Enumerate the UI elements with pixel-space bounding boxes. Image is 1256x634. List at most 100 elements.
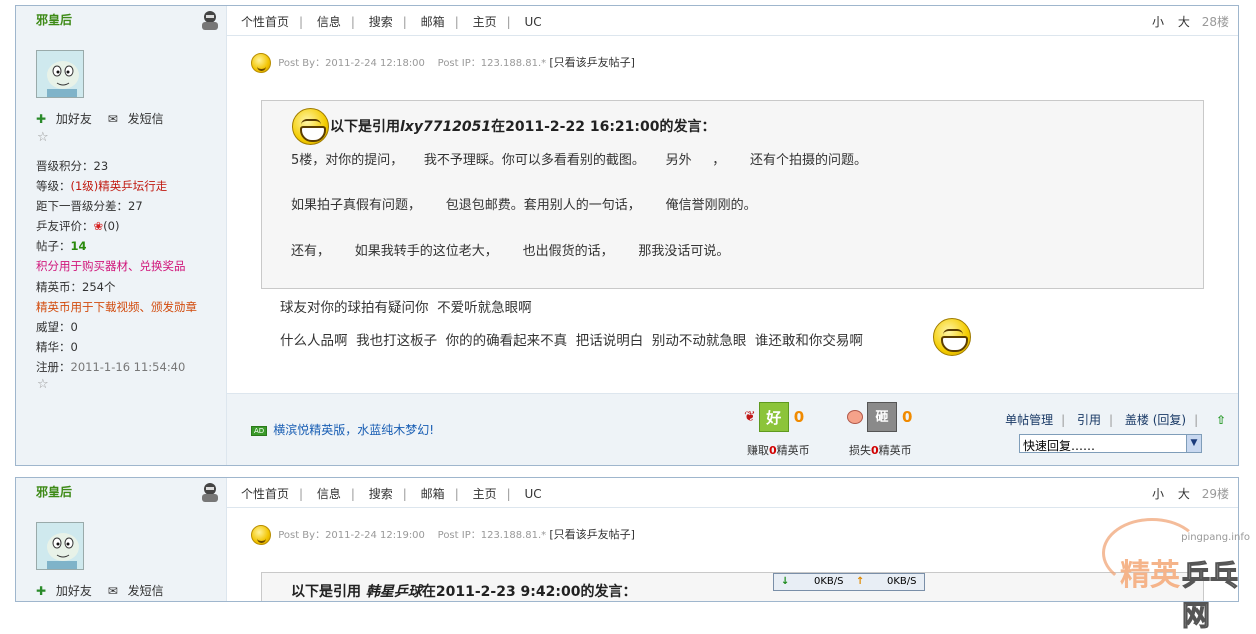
good-caption: 赚取0精英币 [747, 444, 810, 457]
stat-rating: 乒友评价：❀(0) [36, 216, 197, 236]
username[interactable]: 邪皇后 [36, 11, 72, 28]
points-usage-link[interactable]: 积分用于购买器材、兑换奖品 [36, 256, 197, 276]
post-time: Post By：2011-2-24 12:19:00 [278, 530, 425, 541]
stat-coins: 精英币：254个 [36, 279, 116, 294]
stat-posts: 帖子：14 [36, 239, 87, 254]
star-icon: ☆ [37, 130, 49, 145]
floor-number: 29楼 [1201, 487, 1229, 501]
post-footer: AD 横滨悦精英版，水蓝纯木梦幻! ❦ 好 0 赚取0精英币 砸0 损失0精英币 单帖… [227, 393, 1238, 465]
post-main: 个性首页 | 信息 | 搜索 | 邮箱 | 主页 | UC 小 大 29楼 Post By… [227, 478, 1238, 601]
laughing-face-icon [292, 108, 329, 145]
star-icon: ☆ [37, 377, 49, 392]
nav-mailbox[interactable]: 邮箱 [421, 487, 445, 501]
watermark-left: 精英 [1120, 558, 1180, 593]
quote-line: 还有， 如果我转手的这位老大， 也出假货的话， 那我没话可说。 [291, 244, 730, 259]
chevron-down-icon[interactable]: ▼ [1186, 435, 1201, 452]
font-big-button[interactable]: 大 [1178, 15, 1190, 29]
post-meta: Post By：2011-2-24 12:18:00 Post IP：123.1… [251, 53, 635, 73]
send-message-link[interactable]: ✉ 发短信 [108, 112, 170, 126]
plus-icon: ✚ [36, 584, 47, 598]
pig-icon [847, 410, 863, 424]
smash-icon: 砸 [867, 402, 897, 432]
bad-count: 0 [902, 408, 913, 426]
stat-grade: 等级：(1级)精英乒坛行走 [36, 179, 168, 194]
post-text-line: 球友对你的球拍有疑问你 不爱听就急眼啊 [280, 300, 532, 316]
upload-speed: 0KB/S [887, 576, 917, 587]
font-small-button[interactable]: 小 [1152, 487, 1164, 501]
site-watermark: pingpang.info 精英 乒乓网 [1094, 516, 1256, 633]
plus-icon: ✚ [36, 112, 47, 126]
reply-link[interactable]: 盖楼 (回复) [1125, 413, 1186, 427]
download-arrow-icon: ↓ [781, 576, 790, 587]
quote-header: 以下是引用 韩星乒球在2011-2-23 9:42:00的发言： [291, 584, 637, 600]
user-icon [202, 11, 218, 30]
nav-homepage[interactable]: 个性首页 [241, 15, 289, 29]
add-friend-link[interactable]: ✚ 加好友 [36, 584, 98, 598]
manage-post-link[interactable]: 单帖管理 [1005, 413, 1053, 427]
watermark-right: 乒乓网 [1182, 559, 1239, 633]
bad-vote-button[interactable]: 砸0 [847, 402, 912, 432]
nav-uc[interactable]: UC [524, 487, 541, 501]
laughing-face-icon [933, 318, 971, 356]
nav-mailbox[interactable]: 邮箱 [421, 15, 445, 29]
add-friend-link[interactable]: ✚ 加好友 [36, 112, 98, 126]
user-sidebar: 邪皇后 ✚ 加好友 ✉ 发短信 ☆ 晋级积分：23 等级：(1级)精英乒坛行走 … [16, 6, 227, 465]
quote-block: 以下是引用lxy7712051在2011-2-22 16:21:00的发言： 5… [261, 100, 1204, 289]
nav-info[interactable]: 信息 [317, 15, 341, 29]
floor-number: 28楼 [1201, 15, 1229, 29]
coins-usage-link[interactable]: 精英币用于下载视频、颁发勋章 [36, 297, 197, 317]
smiley-icon [251, 525, 271, 545]
quote-line: 5楼，对你的提问， 我不予理睬。你可以多看看别的截图。 另外 ， 还有个拍摄的问… [291, 153, 868, 168]
quoted-user[interactable]: lxy7712051 [400, 119, 491, 135]
upload-arrow-icon: ↑ [856, 576, 865, 587]
send-message-link[interactable]: ✉ 发短信 [108, 584, 170, 598]
back-to-top-icon[interactable]: ⇧ [1216, 413, 1226, 427]
add-friend-label: 加好友 [55, 584, 92, 598]
nav-uc[interactable]: UC [524, 15, 541, 29]
quick-reply-value: 快速回复…… [1023, 439, 1096, 453]
user-sidebar: 邪皇后 ✚ 加好友 ✉ 发短信 [16, 478, 227, 601]
font-small-button[interactable]: 小 [1152, 15, 1164, 29]
nav-mainpage[interactable]: 主页 [473, 15, 497, 29]
post-nav: 个性首页 | 信息 | 搜索 | 邮箱 | 主页 | UC 小 大 28楼 [227, 6, 1238, 36]
download-speed: 0KB/S [814, 576, 844, 587]
thumbs-good-icon: 好 [758, 402, 789, 432]
user-icon [202, 483, 218, 502]
nav-mainpage[interactable]: 主页 [473, 487, 497, 501]
nav-search[interactable]: 搜索 [369, 487, 393, 501]
watermark-url: pingpang.info [1181, 532, 1250, 543]
avatar [36, 50, 84, 98]
bad-caption: 损失0精英币 [849, 444, 912, 457]
nav-info[interactable]: 信息 [317, 487, 341, 501]
flower-icon: ❀ [93, 219, 104, 234]
nav-homepage[interactable]: 个性首页 [241, 487, 289, 501]
network-speed-widget[interactable]: ↓ 0KB/S ↑ 0KB/S [773, 573, 925, 591]
send-message-label: 发短信 [127, 112, 164, 126]
quick-reply-select[interactable]: 快速回复…… ▼ [1019, 434, 1202, 453]
only-view-link[interactable]: 只看该乒友帖子 [554, 528, 631, 541]
send-message-label: 发短信 [127, 584, 164, 598]
post-tools: 单帖管理 | 引用 | 盖楼 (回复) | ⇧ [1005, 413, 1226, 427]
post-text-line: 什么人品啊 我也打这板子 你的的确看起来不真 把话说明白 别动不动就急眼 谁还敢… [280, 333, 863, 349]
nav-search[interactable]: 搜索 [369, 15, 393, 29]
good-vote-button[interactable]: ❦ 好 0 [744, 402, 804, 432]
post-ip: Post IP：123.188.81.* [437, 530, 547, 541]
stat-registered: 注册：2011-1-16 11:54:40 [36, 359, 186, 374]
post-meta: Post By：2011-2-24 12:19:00 Post IP：123.1… [251, 525, 635, 545]
post-nav: 个性首页 | 信息 | 搜索 | 邮箱 | 主页 | UC 小 大 29楼 [227, 478, 1238, 508]
avatar [36, 522, 84, 570]
username[interactable]: 邪皇后 [36, 483, 72, 500]
ad-link[interactable]: AD 横滨悦精英版，水蓝纯木梦幻! [251, 421, 434, 438]
post-29: 邪皇后 ✚ 加好友 ✉ 发短信 个性首页 | 信息 | 搜索 | 邮箱 | 主页… [15, 477, 1239, 602]
good-count: 0 [793, 408, 805, 426]
ad-icon: AD [251, 425, 268, 436]
post-ip: Post IP：123.188.81.* [437, 58, 547, 69]
post-28: 邪皇后 ✚ 加好友 ✉ 发短信 ☆ 晋级积分：23 等级：(1级)精英乒坛行走 … [15, 5, 1239, 466]
post-main: 个性首页 | 信息 | 搜索 | 邮箱 | 主页 | UC 小 大 28楼 Post By… [227, 6, 1238, 465]
only-view-link[interactable]: 只看该乒友帖子 [554, 56, 631, 69]
rose-icon: ❦ [744, 409, 756, 425]
quote-line: 如果拍子真假有问题， 包退包邮费。套用别人的一句话， 俺信誉刚刚的。 [291, 198, 757, 213]
font-big-button[interactable]: 大 [1178, 487, 1190, 501]
stat-points-gap: 距下一晋级分差：27 [36, 199, 143, 214]
quote-link[interactable]: 引用 [1077, 413, 1101, 427]
